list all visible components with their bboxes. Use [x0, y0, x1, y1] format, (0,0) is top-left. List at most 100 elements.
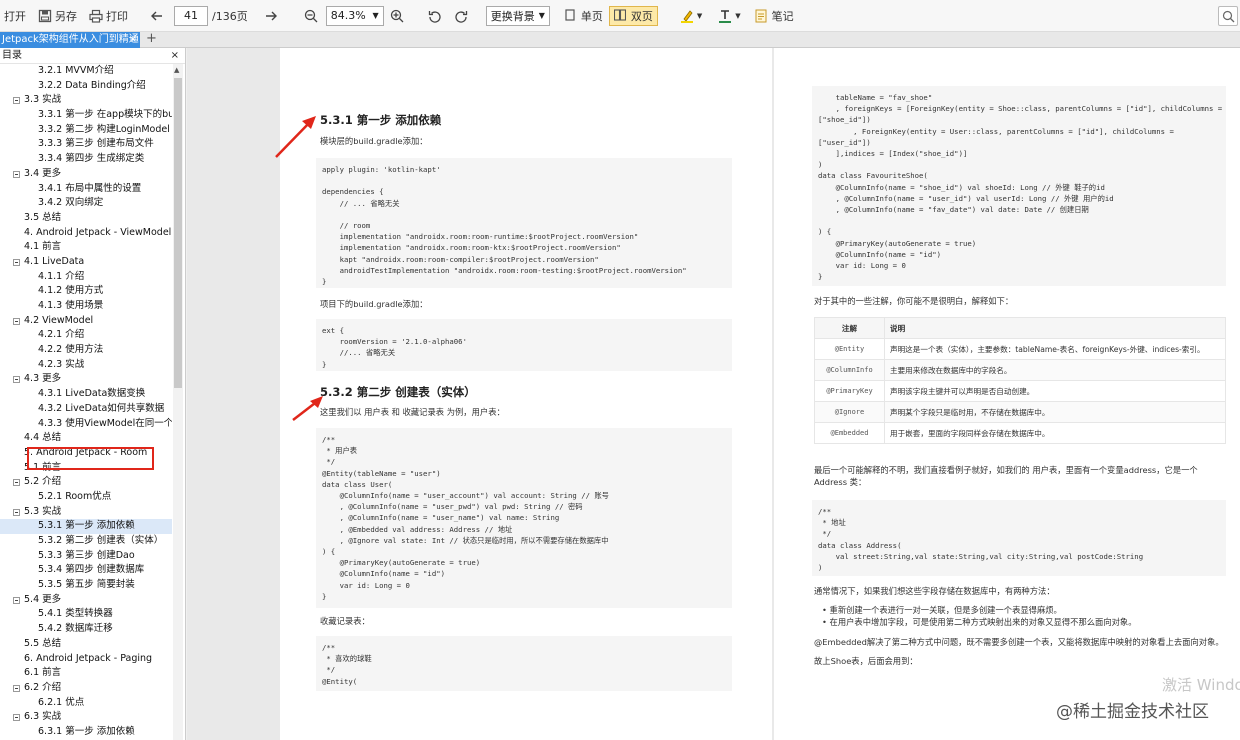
toc-item[interactable]: 3.3 实战: [0, 93, 172, 108]
toc-item[interactable]: 5.3.1 第一步 添加依赖: [0, 519, 172, 534]
toc-item[interactable]: 3.3.4 第四步 生成绑定类: [0, 152, 172, 167]
toc-item-label: 3.4.2 双向绑定: [38, 197, 104, 209]
toc-item[interactable]: 6.3.1 第一步 添加依赖: [0, 725, 172, 740]
page-number-input[interactable]: 41: [174, 5, 208, 26]
zoom-out-button[interactable]: [300, 4, 322, 28]
text-color-button[interactable]: ▼: [714, 4, 744, 28]
toc-item[interactable]: 4.3.3 使用ViewModel在同一个Activity: [0, 417, 172, 432]
toc-item-label: 5.3.5 第五步 简要封装: [38, 579, 135, 591]
list-item: • 重新创建一个表进行一对一关联，但是多创建一个表显得麻烦。: [822, 605, 1062, 615]
collapse-toggle-icon[interactable]: [13, 684, 20, 692]
toc-item[interactable]: 5.2.1 Room优点: [0, 490, 172, 505]
toc-item[interactable]: 4.1.1 介绍: [0, 270, 172, 285]
toc-item[interactable]: 5.5 总结: [0, 637, 172, 652]
print-label: 打印: [106, 9, 128, 23]
toc-item[interactable]: 4.1.3 使用场景: [0, 299, 172, 314]
search-button[interactable]: [1218, 6, 1238, 26]
toc-item[interactable]: 3.4.2 双向绑定: [0, 196, 172, 211]
next-page-button[interactable]: [260, 4, 282, 28]
notes-button[interactable]: 笔记: [751, 4, 798, 28]
toc-item[interactable]: 6.1 前言: [0, 666, 172, 681]
save-as-button[interactable]: 另存: [34, 4, 81, 28]
add-tab-icon[interactable]: +: [146, 31, 157, 46]
rotate-right-button[interactable]: [450, 4, 472, 28]
toc-item-label: 5.3.2 第二步 创建表（实体）: [38, 535, 164, 546]
table-row: @Embedded 用于嵌套，里面的字段同样会存储在数据库中。: [814, 422, 1226, 444]
toc-item-label: 4.3 更多: [24, 373, 62, 385]
toc-item[interactable]: 4.3.1 LiveData数据变换: [0, 387, 172, 402]
toc-item[interactable]: 3.2.2 Data Binding介绍: [0, 79, 172, 94]
toc-item[interactable]: 5.3.2 第二步 创建表（实体）: [0, 534, 172, 549]
toc-item-label: 3.3.3 第三步 创建布局文件: [38, 138, 154, 150]
toc-item[interactable]: 4.1 LiveData: [0, 255, 172, 270]
annotation-arrow-1: [275, 116, 316, 158]
single-page-button[interactable]: 单页: [560, 4, 607, 28]
toc-item[interactable]: 5.3.5 第五步 简要封装: [0, 578, 172, 593]
collapse-toggle-icon[interactable]: [13, 714, 20, 722]
toc-item[interactable]: 3.4.1 布局中属性的设置: [0, 182, 172, 197]
toc-item[interactable]: 5.4.2 数据库迁移: [0, 622, 172, 637]
code-block-ext: ext { roomVersion = '2.1.0-alpha06' //..…: [316, 319, 732, 371]
table-row: @Entity 声明这是一个表（实体），主要参数：tableName-表名、for…: [814, 338, 1226, 360]
collapse-toggle-icon[interactable]: [13, 479, 20, 487]
list-item-text: 在用户表中增加字段，可是使用第二种方式映射出来的对象又显得不那么面向对象。: [829, 617, 1137, 627]
prev-page-button[interactable]: [146, 4, 168, 28]
toc-scrollbar[interactable]: ▲: [173, 64, 183, 740]
toc-item[interactable]: 5.3.4 第四步 创建数据库: [0, 563, 172, 578]
annotation-name-cell: @ColumnInfo: [814, 359, 885, 381]
scroll-up-icon[interactable]: ▲: [174, 66, 179, 74]
toc-item[interactable]: 4. Android Jetpack - ViewModel & LiveDat…: [0, 226, 172, 241]
toc-item[interactable]: 3.3.2 第二步 构建LoginModel: [0, 123, 172, 138]
toc-item[interactable]: 4.1.2 使用方式: [0, 284, 172, 299]
toc-item[interactable]: 6.2 介绍: [0, 681, 172, 696]
annotation-table: 注解 说明 @Entity 声明这是一个表（实体），主要参数：tableName-…: [814, 317, 1226, 444]
zoom-in-icon: [390, 9, 404, 23]
print-button[interactable]: 打印: [85, 4, 132, 28]
background-select[interactable]: 更换背景 ▼: [485, 5, 550, 26]
toc-item-label: 5.2.1 Room优点: [38, 490, 112, 502]
toc-item[interactable]: 4.3 更多: [0, 372, 172, 387]
highlight-button[interactable]: ▼: [676, 4, 706, 28]
highlighter-icon: [680, 9, 694, 23]
toc-item-label: 3.3 实战: [24, 94, 62, 106]
collapse-toggle-icon[interactable]: [13, 508, 20, 516]
collapse-toggle-icon[interactable]: [13, 170, 20, 178]
document-tab[interactable]: Jetpack架构组件从入门到精通 ×: [0, 32, 140, 48]
toc-item[interactable]: 4.2.1 介绍: [0, 328, 172, 343]
toc-item[interactable]: 6.2.1 优点: [0, 696, 172, 711]
toc-item[interactable]: 5.4.1 类型转换器: [0, 607, 172, 622]
toc-item[interactable]: 3.3.3 第三步 创建布局文件: [0, 137, 172, 152]
double-page-button[interactable]: 双页: [608, 5, 658, 26]
collapse-toggle-icon[interactable]: [13, 376, 20, 384]
toc-item[interactable]: 4.1 前言: [0, 240, 172, 255]
toc-item[interactable]: 3.5 总结: [0, 211, 172, 226]
toc-item[interactable]: 5.2 介绍: [0, 475, 172, 490]
close-icon[interactable]: ×: [171, 48, 179, 64]
toc-item[interactable]: 6.3 实战: [0, 710, 172, 725]
toc-item[interactable]: 6. Android Jetpack - Paging: [0, 652, 172, 667]
toc-item[interactable]: 4.2.3 实战: [0, 358, 172, 373]
collapse-toggle-icon[interactable]: [13, 317, 20, 325]
toc-item[interactable]: 4.2 ViewModel: [0, 314, 172, 329]
collapse-toggle-icon[interactable]: [13, 596, 20, 604]
scrollbar-thumb[interactable]: [174, 78, 182, 388]
collapse-toggle-icon[interactable]: [13, 97, 20, 105]
arrow-right-icon: [264, 9, 278, 23]
toc-item-label: 3.3.2 第二步 构建LoginModel: [38, 123, 170, 135]
toc-item[interactable]: 3.4 更多: [0, 167, 172, 182]
open-button[interactable]: 打开: [0, 4, 30, 28]
toc-item[interactable]: 3.2.1 MVVM介绍: [0, 64, 172, 79]
toc-item[interactable]: 5.4 更多: [0, 593, 172, 608]
zoom-select[interactable]: 84.3% ▼: [325, 5, 384, 26]
rotate-left-button[interactable]: [424, 4, 446, 28]
zoom-in-button[interactable]: [386, 4, 408, 28]
toc-item[interactable]: 4.2.2 使用方法: [0, 343, 172, 358]
toc-item[interactable]: 4.3.2 LiveData如何共享数据: [0, 402, 172, 417]
toc-item[interactable]: 5.3.3 第三步 创建Dao: [0, 549, 172, 564]
close-icon[interactable]: ×: [129, 32, 137, 48]
toc-item[interactable]: 5.3 实战: [0, 505, 172, 520]
toc-item[interactable]: 3.3.1 第一步 在app模块下的build.gradle: [0, 108, 172, 123]
collapse-toggle-icon[interactable]: [13, 258, 20, 266]
notes-icon: [755, 9, 769, 23]
toc-item[interactable]: 4.4 总结: [0, 431, 172, 446]
